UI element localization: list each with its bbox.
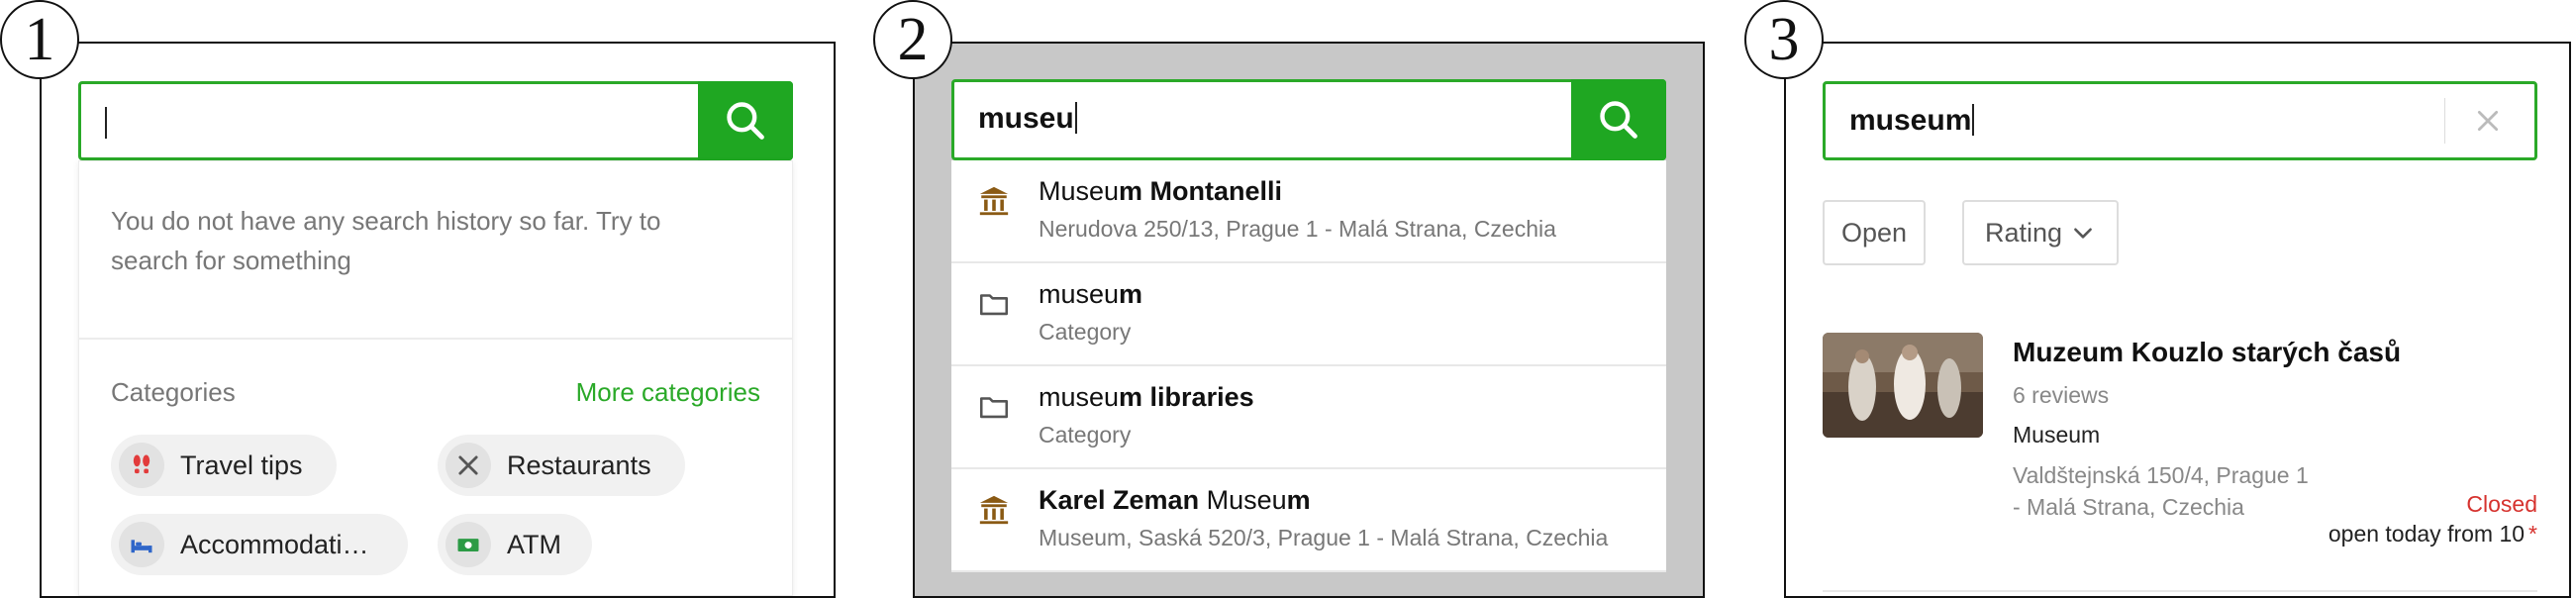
filter-rating-dropdown[interactable]: Rating [1962,200,2119,265]
chip-label: Restaurants [507,449,651,480]
suggestion-item[interactable]: Museum Montanelli Nerudova 250/13, Pragu… [951,160,1666,263]
cash-icon [446,522,491,567]
category-chip-atm[interactable]: ATM [438,514,592,575]
chip-label: Accommodati… [180,529,369,559]
suggestion-item[interactable]: museum Category [951,263,1666,366]
search-input[interactable] [78,81,793,160]
museum-icon [975,491,1013,529]
step-marker-3: 3 [1744,0,1824,79]
filter-label: Open [1840,217,1908,248]
close-icon [2477,110,2499,132]
category-chip-accommodation[interactable]: Accommodati… [111,514,408,575]
divider [1823,590,2537,592]
search-input-value: museu [978,102,1074,135]
clear-search-button[interactable] [2461,94,2515,148]
result-thumbnail [1823,333,1983,438]
suggestion-title: Museum Montanelli [1039,176,1283,206]
result-reviews: 6 reviews [2013,382,2110,408]
suggestion-subtitle: Museum, Saská 520/3, Prague 1 - Malá Str… [1039,525,1609,550]
result-item[interactable]: Muzeum Kouzlo starých časů 6 reviews Mus… [1823,327,2537,596]
result-category: Museum [2013,422,2101,448]
search-icon [727,102,764,140]
suggestion-item[interactable]: Karel Zeman Museum Museum, Saská 520/3, … [951,469,1666,572]
suggestion-title: Karel Zeman Museum [1039,485,1311,515]
search-button[interactable] [698,81,793,160]
museum-icon [975,182,1013,220]
step-marker-1: 1 [0,0,79,79]
divider [2444,98,2445,144]
step-marker-2: 2 [873,0,952,79]
search-dropdown: You do not have any search history so fa… [78,160,793,596]
panel-empty-search: You do not have any search history so fa… [40,42,836,598]
opening-hours: open today from 10 * [2328,521,2537,547]
suggestion-item[interactable]: museum libraries Category [951,366,1666,469]
cutlery-icon [446,443,491,488]
chevron-down-icon [2074,228,2092,239]
category-chip-restaurants[interactable]: Restaurants [438,435,685,496]
suggestion-title: museum libraries [1039,382,1254,412]
suggestion-title: museum [1039,279,1143,309]
categories-heading: Categories [111,377,236,407]
suggestion-subtitle: Nerudova 250/13, Prague 1 - Malá Strana,… [1039,216,1556,242]
search-input[interactable]: museu [951,79,1666,160]
status-badge: Closed [2466,491,2537,517]
search-button[interactable] [1571,79,1666,160]
result-title: Muzeum Kouzlo starých časů [2013,337,2402,367]
bed-icon [119,522,164,567]
suggestion-subtitle: Category [1039,422,1132,448]
category-chip-travel-tips[interactable]: Travel tips [111,435,337,496]
search-input-value: museum [1849,104,1972,137]
panel-suggestions: museu Museum Montanelli Nerudova 250/13,… [913,42,1705,598]
filter-label: Rating [1984,217,2063,248]
search-input[interactable]: museum [1823,81,2537,160]
chip-label: ATM [507,529,561,559]
divider [79,338,792,340]
folder-icon [975,388,1013,426]
text-caret [1972,104,1975,136]
text-caret [105,107,107,139]
result-address: Valdštejnská 150/4, Prague 1 - Malá Stra… [2013,462,2309,520]
more-categories-link[interactable]: More categories [576,377,760,408]
chip-label: Travel tips [180,449,303,480]
empty-history-message: You do not have any search history so fa… [111,206,661,275]
suggestion-subtitle: Category [1039,319,1132,345]
filter-open-button[interactable]: Open [1823,200,1926,265]
folder-icon [975,285,1013,323]
panel-results: museum Open Rating Muzeum Kouzlo starých… [1784,42,2571,598]
text-caret [1074,102,1077,134]
footprints-icon [119,443,164,488]
suggestion-list: Museum Montanelli Nerudova 250/13, Pragu… [951,160,1666,572]
search-icon [1600,101,1637,139]
